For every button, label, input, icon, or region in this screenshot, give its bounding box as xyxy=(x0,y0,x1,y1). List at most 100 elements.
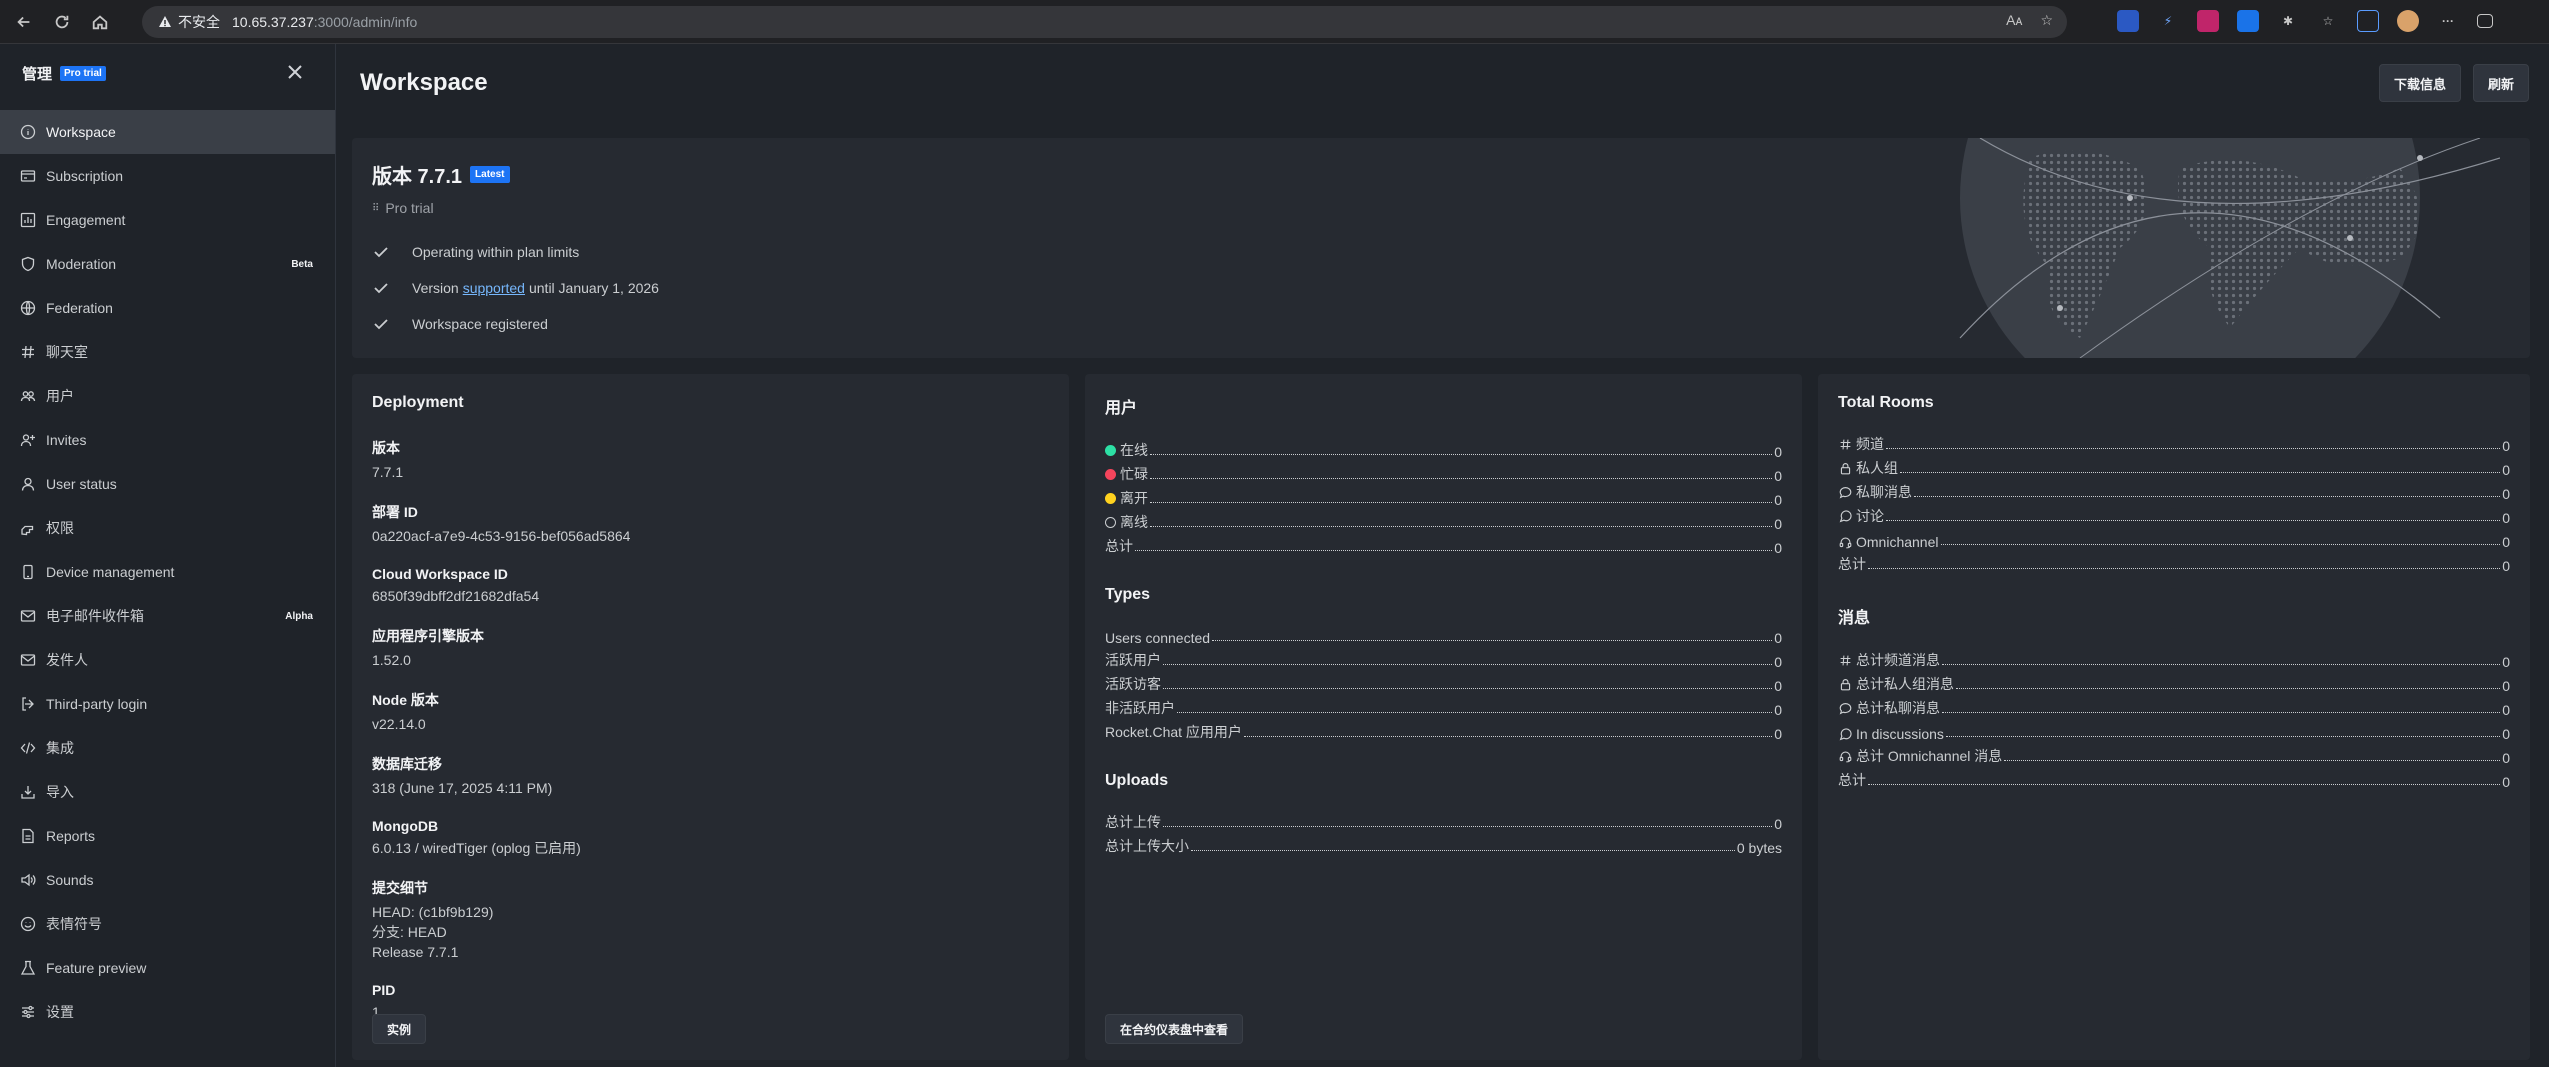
check-item-support: Version supported until January 1, 2026 xyxy=(372,270,659,306)
sidebar-item-mail[interactable]: 电子邮件收件箱 Alpha xyxy=(0,594,335,638)
sound-icon xyxy=(20,872,36,888)
version-title: 版本 7.7.1 xyxy=(372,166,463,188)
favorite-star-icon[interactable]: ☆ xyxy=(2040,12,2053,29)
stat-label: 总计 xyxy=(1105,538,1133,554)
sidebar-item-label: 集成 xyxy=(46,740,74,756)
sidebar-item-user-plus[interactable]: Invites xyxy=(0,418,335,462)
card-icon xyxy=(20,168,36,184)
extension-bolt-icon[interactable]: ⚡ xyxy=(2157,10,2179,32)
sidebar-item-info[interactable]: Workspace xyxy=(0,110,335,154)
stat-row: 讨论 0 xyxy=(1838,502,2510,526)
check-item-registered: Workspace registered xyxy=(372,306,659,342)
extension-cube-icon[interactable] xyxy=(2237,10,2259,32)
stat-value: 0 xyxy=(1774,516,1782,532)
deployment-field: 应用程序引擎版本 1.52.0 xyxy=(372,626,1049,670)
status-dot-icon xyxy=(1105,492,1116,504)
field-value: 318 (June 17, 2025 4:11 PM) xyxy=(372,780,553,796)
sidebar-item-file[interactable]: Reports xyxy=(0,814,335,858)
reload-icon[interactable] xyxy=(48,8,76,36)
page-header: Workspace 下载信息 刷新 xyxy=(336,44,2549,122)
sidebar-item-emoji[interactable]: 表情符号 xyxy=(0,902,335,946)
field-label: 数据库迁移 xyxy=(372,756,442,772)
sidebar-item-label: Third-party login xyxy=(46,696,148,712)
stat-row: 总计私聊消息 0 xyxy=(1838,694,2510,718)
login-icon xyxy=(20,696,36,712)
stat-label: 讨论 xyxy=(1856,508,1884,524)
stat-label: 在线 xyxy=(1120,442,1148,458)
check-icon xyxy=(372,243,390,261)
pro-trial-badge: Pro trial xyxy=(60,65,106,81)
sidebar-item-login[interactable]: Third-party login xyxy=(0,682,335,726)
sidebar-item-key[interactable]: 权限 xyxy=(0,506,335,550)
security-warning[interactable]: 不安全 xyxy=(158,12,220,32)
stat-value: 0 xyxy=(2502,534,2510,550)
dotted-leader xyxy=(1868,784,2501,785)
sidebar-item-label: Reports xyxy=(46,828,96,844)
stat-value: 0 xyxy=(1774,540,1782,556)
close-sidebar-icon[interactable] xyxy=(285,62,305,82)
stat-value: 0 xyxy=(1774,444,1782,460)
instances-button[interactable]: 实例 xyxy=(372,1014,427,1044)
supported-link[interactable]: supported xyxy=(463,280,525,296)
home-icon[interactable] xyxy=(86,8,114,36)
page-title: Workspace xyxy=(360,69,488,96)
sidebar-item-label: Sounds xyxy=(46,872,94,888)
sidebar-item-mail-send[interactable]: 发件人 xyxy=(0,638,335,682)
messages-section: 消息 总计频道消息 0 总计私人组消息 0 总计私聊消息 0 In discussions 0 总… xyxy=(1838,604,2510,790)
extension-icon-3[interactable] xyxy=(2197,10,2219,32)
sidebar-item-hashtag[interactable]: 聊天室 xyxy=(0,330,335,374)
back-icon[interactable] xyxy=(10,8,38,36)
address-bar[interactable]: 不安全 10.65.37.237:3000/admin/info Aᴀ ☆ xyxy=(142,6,2067,38)
globe-icon xyxy=(20,300,36,316)
reader-mode-icon[interactable]: Aᴀ xyxy=(2006,12,2022,29)
favorites-icon[interactable]: ☆ xyxy=(2317,10,2339,32)
stat-value: 0 xyxy=(1774,726,1782,742)
collections-icon[interactable] xyxy=(2357,10,2379,32)
sidebar-item-team[interactable]: 用户 xyxy=(0,374,335,418)
sidebar-item-globe[interactable]: Federation xyxy=(0,286,335,330)
stat-value: 0 xyxy=(2502,558,2510,574)
sidebar-item-label: Device management xyxy=(46,564,175,580)
extensions-puzzle-icon[interactable]: ✱ xyxy=(2277,10,2299,32)
import-icon xyxy=(20,784,36,800)
commit-head: HEAD: (c1bf9b129) xyxy=(372,904,494,920)
sidebar-item-card[interactable]: Subscription xyxy=(0,154,335,198)
stat-row: In discussions 0 xyxy=(1838,718,2510,742)
stat-row: Users connected 0 xyxy=(1105,622,1782,646)
sidebar-item-shield[interactable]: Moderation Beta xyxy=(0,242,335,286)
flask-icon xyxy=(20,960,36,976)
view-dashboard-button[interactable]: 在合约仪表盘中查看 xyxy=(1105,1014,1244,1044)
sidebar-item-label: 用户 xyxy=(46,388,74,404)
sidebar-item-sound[interactable]: Sounds xyxy=(0,858,335,902)
sidebar-item-settings[interactable]: 设置 xyxy=(0,990,335,1034)
more-menu-icon[interactable]: ··· xyxy=(2437,10,2459,32)
stat-row: 在线 0 xyxy=(1105,436,1782,460)
sidebar-item-import[interactable]: 导入 xyxy=(0,770,335,814)
stat-label: 总计上传 xyxy=(1105,814,1161,830)
sidebar-item-chart[interactable]: Engagement xyxy=(0,198,335,242)
sidebar-toggle-icon[interactable] xyxy=(2477,14,2493,28)
download-info-button[interactable]: 下载信息 xyxy=(2378,64,2461,102)
refresh-button[interactable]: 刷新 xyxy=(2472,64,2529,102)
security-warning-text: 不安全 xyxy=(178,14,220,30)
stat-label: Omnichannel xyxy=(1856,534,1939,550)
field-label: Node 版本 xyxy=(372,692,439,708)
commit-details: 提交细节 HEAD: (c1bf9b129) 分支: HEAD Release … xyxy=(372,878,1049,962)
dotted-leader xyxy=(1150,454,1773,455)
chat-icon xyxy=(1838,485,1852,499)
sidebar-item-user[interactable]: User status xyxy=(0,462,335,506)
extension-icon-1[interactable] xyxy=(2117,10,2139,32)
sidebar-item-code[interactable]: 集成 xyxy=(0,726,335,770)
mail-icon xyxy=(20,608,36,624)
code-icon xyxy=(20,740,36,756)
uploads-section: Uploads 总计上传 0 总计上传大小 0 bytes xyxy=(1105,772,1782,856)
dotted-leader xyxy=(1191,850,1735,851)
field-value: 0a220acf-a7e9-4c53-9156-bef056ad5864 xyxy=(372,528,631,544)
sidebar-item-mobile[interactable]: Device management xyxy=(0,550,335,594)
types-section: Types Users connected 0 活跃用户 0 活跃访客 0 非活跃用户 0 Roc… xyxy=(1105,586,1782,742)
dotted-leader xyxy=(1150,478,1773,479)
profile-avatar[interactable] xyxy=(2397,10,2419,32)
sidebar-item-flask[interactable]: Feature preview xyxy=(0,946,335,990)
lock-icon xyxy=(1838,461,1852,475)
stat-label: Users connected xyxy=(1105,630,1211,646)
